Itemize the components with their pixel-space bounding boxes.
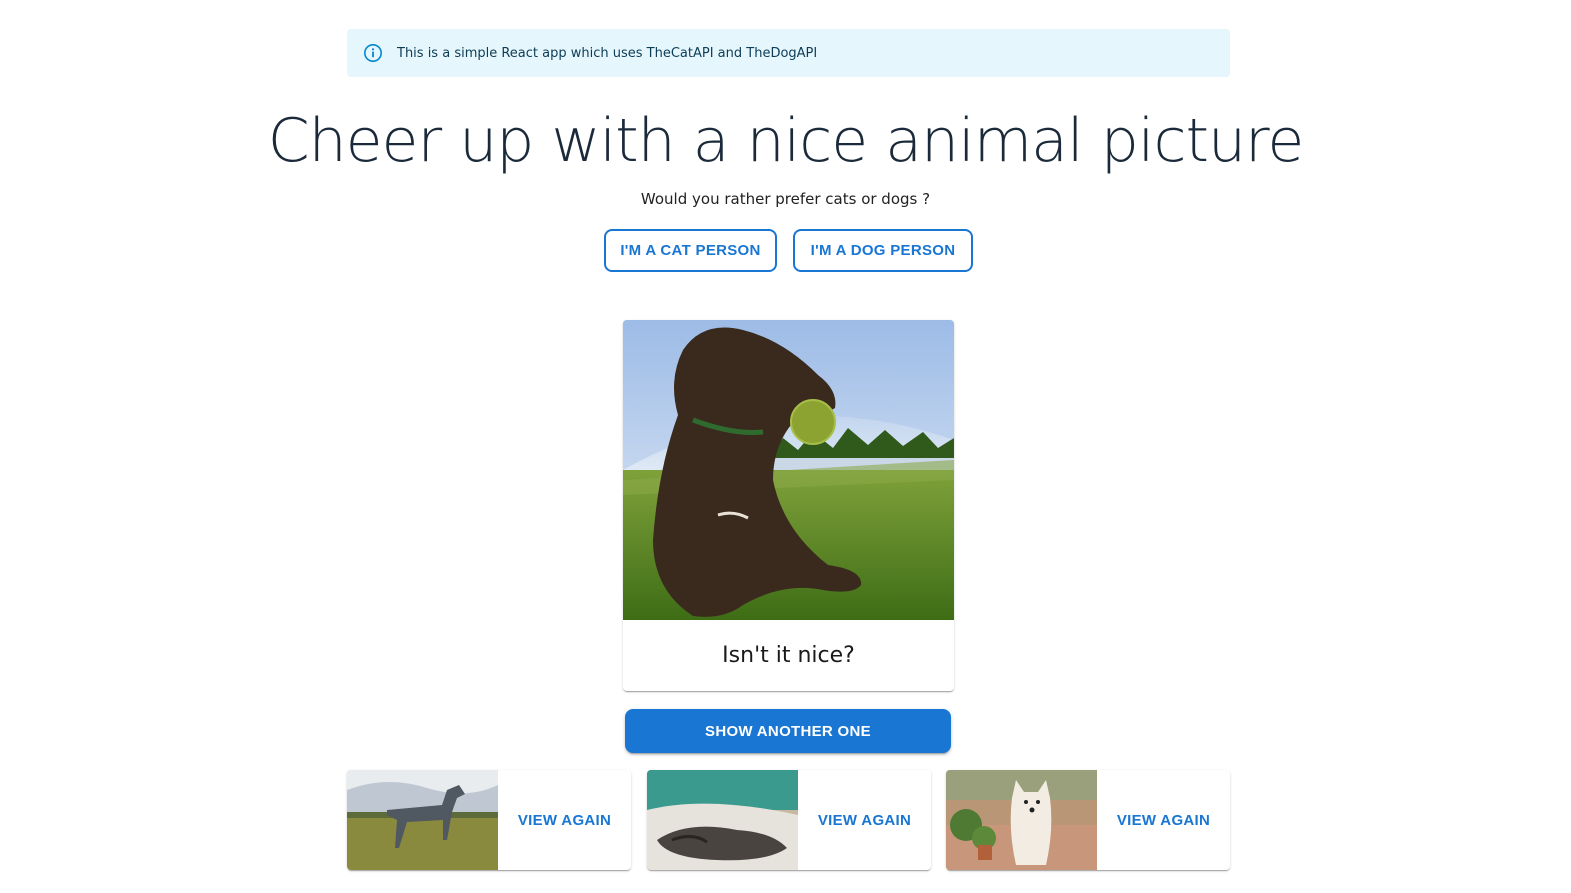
info-alert: This is a simple React app which uses Th…: [347, 29, 1230, 77]
preference-question: Would you rather prefer cats or dogs ?: [640, 190, 931, 208]
history-card: VIEW AGAIN: [347, 770, 631, 870]
card-caption: Isn't it nice?: [722, 643, 855, 668]
info-alert-text: This is a simple React app which uses Th…: [397, 45, 818, 61]
view-again-button[interactable]: VIEW AGAIN: [498, 812, 631, 829]
animal-card: Isn't it nice?: [623, 320, 954, 691]
history-card: VIEW AGAIN: [946, 770, 1230, 870]
history-thumbnail[interactable]: [347, 770, 498, 870]
history-card: VIEW AGAIN: [647, 770, 931, 870]
view-again-button[interactable]: VIEW AGAIN: [1097, 812, 1230, 829]
dog-person-button[interactable]: I'M A DOG PERSON: [793, 229, 973, 272]
history-thumbnail[interactable]: [647, 770, 798, 870]
animal-photo: [623, 320, 954, 620]
show-another-button[interactable]: SHOW ANOTHER ONE: [625, 709, 951, 753]
info-icon: [363, 43, 383, 63]
cat-person-button[interactable]: I'M A CAT PERSON: [604, 229, 777, 272]
page-title: Cheer up with a nice animal picture: [267, 106, 1305, 176]
history-thumbnail[interactable]: [946, 770, 1097, 870]
view-again-button[interactable]: VIEW AGAIN: [798, 812, 931, 829]
